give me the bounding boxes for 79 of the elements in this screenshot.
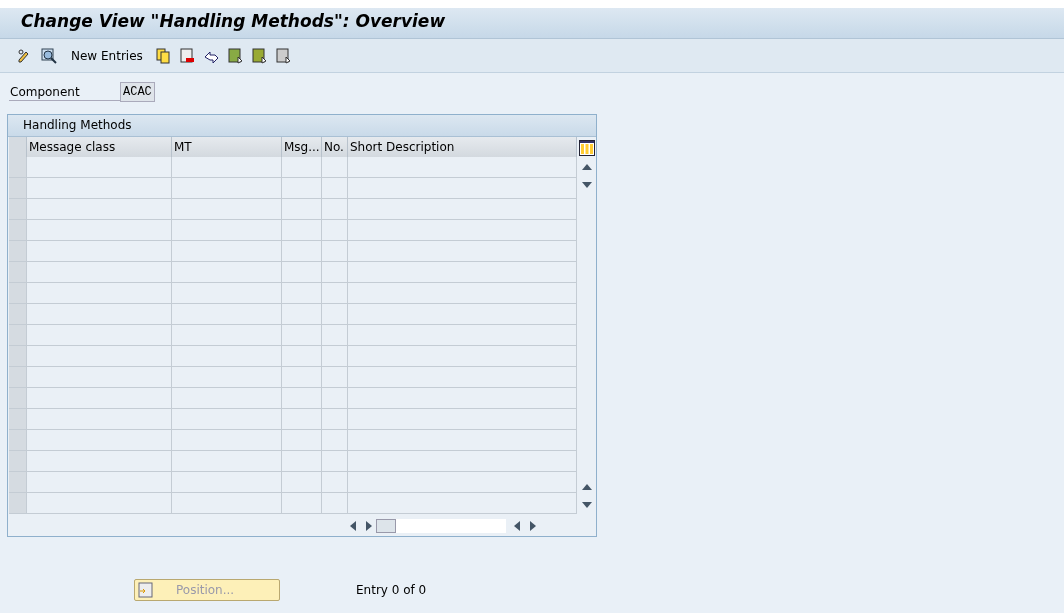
- table-cell: [282, 325, 322, 346]
- scroll-thumb[interactable]: [376, 519, 396, 533]
- row-selector[interactable]: [9, 472, 27, 493]
- table-cell: [322, 430, 348, 451]
- table-cell: [322, 325, 348, 346]
- column-header[interactable]: Message class: [27, 137, 172, 157]
- column-header[interactable]: No.: [322, 137, 348, 157]
- table-cell: [322, 493, 348, 514]
- row-selector[interactable]: [9, 157, 27, 178]
- row-selector[interactable]: [9, 178, 27, 199]
- table-cell: [322, 388, 348, 409]
- row-selector[interactable]: [9, 325, 27, 346]
- copy-icon[interactable]: [154, 47, 171, 64]
- table-cell: [282, 493, 322, 514]
- column-header[interactable]: Short Description: [348, 137, 577, 157]
- table-cell: [322, 283, 348, 304]
- table-cell: [322, 346, 348, 367]
- list-select-all-icon[interactable]: [250, 47, 267, 64]
- table-cell: [282, 409, 322, 430]
- table-cell: [282, 304, 322, 325]
- table-cell: [282, 283, 322, 304]
- scroll-up-icon[interactable]: [581, 164, 592, 170]
- row-selector[interactable]: [9, 262, 27, 283]
- table-cell: [282, 367, 322, 388]
- scroll-down-icon[interactable]: [581, 182, 592, 188]
- row-selector[interactable]: [9, 388, 27, 409]
- table-cell: [282, 241, 322, 262]
- select-all-corner[interactable]: [9, 137, 27, 157]
- table-cell: [322, 178, 348, 199]
- column-header[interactable]: Msg...: [282, 137, 322, 157]
- table-cell: [322, 220, 348, 241]
- row-selector[interactable]: [9, 451, 27, 472]
- table-cell: [282, 262, 322, 283]
- table-cell: [282, 430, 322, 451]
- table-cell: [322, 451, 348, 472]
- table-cell: [282, 199, 322, 220]
- table-cell: [322, 199, 348, 220]
- column-settings-icon[interactable]: [578, 140, 595, 156]
- row-selector[interactable]: [9, 430, 27, 451]
- row-selector[interactable]: [9, 367, 27, 388]
- component-field[interactable]: ACAC: [120, 82, 155, 102]
- table-cell: [282, 346, 322, 367]
- row-selector[interactable]: [9, 220, 27, 241]
- scroll-down-icon[interactable]: [581, 502, 592, 508]
- row-selector[interactable]: [9, 283, 27, 304]
- entry-count: Entry 0 of 0: [356, 583, 427, 597]
- table-cell: [322, 157, 348, 178]
- scroll-left-icon[interactable]: [514, 521, 520, 531]
- table-cell: [322, 304, 348, 325]
- table-cell: [282, 388, 322, 409]
- row-selector[interactable]: [9, 241, 27, 262]
- magnifier-icon[interactable]: [41, 47, 57, 64]
- scroll-right-icon[interactable]: [530, 521, 536, 531]
- row-selector[interactable]: [9, 346, 27, 367]
- table-cell: [282, 451, 322, 472]
- table-cell: [322, 241, 348, 262]
- row-selector[interactable]: [9, 199, 27, 220]
- delete-row-icon[interactable]: [178, 47, 195, 64]
- position-icon: [138, 582, 154, 598]
- new-entries-button[interactable]: New Entries: [67, 48, 147, 63]
- list-deselect-icon[interactable]: [274, 47, 291, 64]
- row-selector[interactable]: [9, 409, 27, 430]
- table-cell: [282, 472, 322, 493]
- scroll-up-icon[interactable]: [581, 484, 592, 490]
- table-cell: [282, 220, 322, 241]
- table-cell: [322, 472, 348, 493]
- row-selector[interactable]: [9, 493, 27, 514]
- scroll-left-icon[interactable]: [350, 521, 356, 531]
- table-title: Handling Methods: [8, 115, 596, 137]
- scroll-right-icon[interactable]: [366, 521, 372, 531]
- table-cell: [322, 367, 348, 388]
- table-cell: [322, 409, 348, 430]
- table-cell: [282, 178, 322, 199]
- window-title: Change View "Handling Methods": Overview: [20, 10, 447, 31]
- column-header[interactable]: MT: [172, 137, 282, 157]
- table-cell: [322, 262, 348, 283]
- table-cell: [282, 157, 322, 178]
- row-selector[interactable]: [9, 304, 27, 325]
- list-select-icon[interactable]: [226, 47, 243, 64]
